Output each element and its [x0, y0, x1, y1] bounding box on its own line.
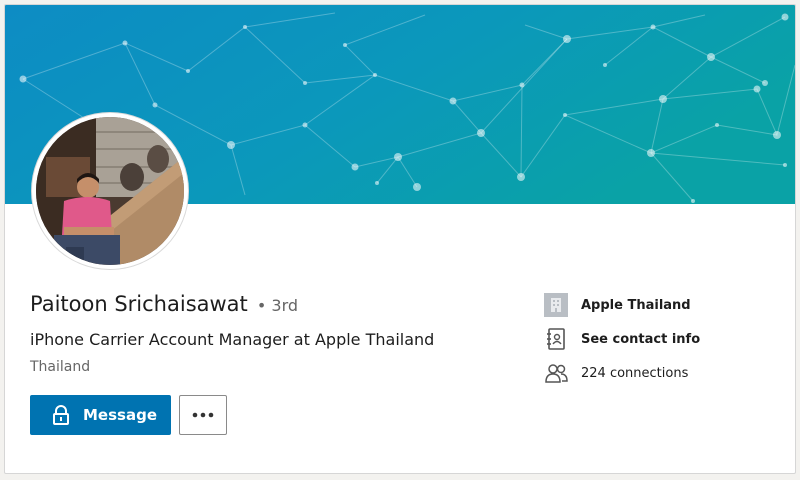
- profile-photo[interactable]: [32, 113, 188, 269]
- connections-count: 224 connections: [581, 365, 689, 381]
- contact-card-icon: [544, 327, 568, 351]
- people-icon: [544, 361, 568, 385]
- more-actions-button[interactable]: [179, 395, 227, 435]
- company-logo-icon: [544, 293, 568, 317]
- name-row: Paitoon Srichaisawat • 3rd: [30, 292, 298, 316]
- profile-name: Paitoon Srichaisawat: [30, 292, 248, 316]
- message-button-label: Message: [83, 406, 157, 424]
- company-name: Apple Thailand: [581, 297, 691, 313]
- message-button[interactable]: Message: [30, 395, 171, 435]
- profile-headline: iPhone Carrier Account Manager at Apple …: [30, 330, 435, 349]
- current-company-link[interactable]: Apple Thailand: [544, 293, 691, 317]
- contact-info-link[interactable]: See contact info: [544, 327, 700, 351]
- profile-card: Paitoon Srichaisawat • 3rd iPhone Carrie…: [4, 4, 796, 474]
- profile-location: Thailand: [30, 359, 91, 375]
- more-horizontal-icon: [192, 412, 214, 418]
- connections-link[interactable]: 224 connections: [544, 361, 688, 385]
- lock-icon: [53, 405, 69, 425]
- contact-info-label: See contact info: [581, 331, 701, 347]
- connection-degree: • 3rd: [256, 296, 299, 315]
